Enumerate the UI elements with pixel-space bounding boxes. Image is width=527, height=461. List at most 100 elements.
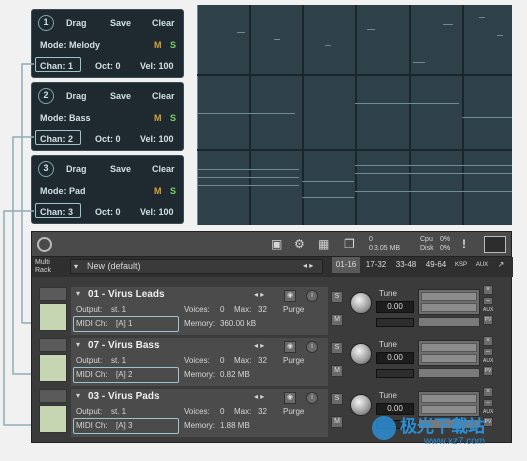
close-icon[interactable]: × — [483, 285, 493, 295]
rack-label-2: Rack — [35, 267, 51, 274]
memory-usage: 3.05 MB — [374, 245, 401, 252]
purge-button[interactable]: Purge — [283, 356, 304, 365]
voices-value: 0 — [220, 356, 225, 365]
watermark: 极光下载站 www.xz7.com — [372, 408, 512, 452]
tune-label: Tune — [379, 391, 397, 400]
tune-label: Tune — [379, 340, 397, 349]
preset-name: New (default) — [87, 261, 141, 271]
wrench-icon[interactable] — [39, 287, 67, 301]
disk-value: 0% — [440, 245, 451, 252]
wrench-icon[interactable] — [39, 338, 67, 352]
tune-knob[interactable] — [350, 343, 372, 365]
tab-17-32[interactable]: 17-32 — [362, 257, 390, 273]
solo-button[interactable]: S — [331, 342, 343, 354]
max-value[interactable]: 32 — [258, 407, 267, 416]
output-value[interactable]: st. 1 — [111, 407, 126, 416]
tune-value[interactable]: 0.00 — [376, 301, 414, 313]
output-value[interactable]: st. 1 — [111, 305, 126, 314]
cpu-value: 0% — [440, 236, 451, 243]
info-icon[interactable]: i — [306, 341, 318, 353]
tune-knob[interactable] — [350, 394, 372, 416]
watermark-logo-icon — [372, 416, 396, 440]
midi-label: MIDI Ch: — [76, 370, 108, 379]
solo-button[interactable]: S — [331, 291, 343, 303]
midi-channel-value[interactable]: [A] 2 — [116, 370, 132, 379]
aux-button[interactable]: AUX — [474, 257, 490, 273]
close-icon[interactable]: × — [483, 387, 493, 397]
max-label: Max: — [234, 407, 252, 416]
minimize-icon[interactable]: – — [483, 399, 493, 407]
rack-view-icon[interactable] — [484, 236, 506, 253]
gear-icon[interactable]: ⚙ — [294, 237, 305, 251]
tab-33-48[interactable]: 33-48 — [392, 257, 420, 273]
dropdown-icon: ▾ — [74, 262, 79, 271]
solo-button[interactable]: S — [331, 393, 343, 405]
collapse-icon[interactable]: ▾ — [76, 391, 80, 400]
prev-next-icon[interactable]: ◂ ▸ — [254, 341, 264, 350]
pan-slider[interactable] — [376, 369, 414, 378]
instrument-name[interactable]: 07 - Virus Bass — [88, 340, 160, 351]
pv-button[interactable]: PV — [483, 315, 493, 325]
tab-01-16[interactable]: 01-16 — [332, 257, 360, 273]
midi-channel-value[interactable]: [A] 3 — [116, 421, 132, 430]
instrument-thumbnail[interactable] — [39, 389, 67, 435]
rack-header: Multi Rack ▾ New (default) ◂ ▸ 01-16 17-… — [32, 257, 513, 277]
purge-button[interactable]: Purge — [283, 305, 304, 314]
instrument-name[interactable]: 01 - Virus Leads — [88, 289, 165, 300]
tune-knob[interactable] — [350, 292, 372, 314]
camera-icon[interactable]: ◉ — [284, 392, 296, 404]
instrument-name[interactable]: 03 - Virus Pads — [88, 391, 160, 402]
aux-label[interactable]: AUX — [483, 307, 493, 313]
voices-label: Voices: — [184, 356, 210, 365]
mute-button[interactable]: M — [331, 365, 343, 377]
minimize-icon[interactable]: – — [483, 297, 493, 305]
output-value[interactable]: st. 1 — [111, 356, 126, 365]
collapse-icon[interactable]: ▾ — [76, 340, 80, 349]
purge-button[interactable]: Purge — [283, 407, 304, 416]
mute-button[interactable]: M — [331, 416, 343, 428]
max-label: Max: — [234, 356, 252, 365]
tab-49-64[interactable]: 49-64 — [422, 257, 450, 273]
output-label: Output: — [76, 305, 103, 314]
midi-channel-value[interactable]: [A] 1 — [116, 319, 132, 328]
max-value[interactable]: 32 — [258, 305, 267, 314]
pan-slider[interactable] — [376, 318, 414, 327]
level-meter — [418, 340, 480, 366]
pv-button[interactable]: PV — [483, 366, 493, 376]
output-label: Output: — [76, 407, 103, 416]
tune-value[interactable]: 0.00 — [376, 352, 414, 364]
instrument-thumbnail[interactable] — [39, 338, 67, 384]
level-meter — [418, 289, 480, 315]
prev-next-icon[interactable]: ◂ ▸ — [303, 261, 313, 270]
volume-slider[interactable] — [418, 317, 480, 327]
kontakt-logo-icon — [37, 237, 52, 252]
collapse-icon[interactable]: ▾ — [76, 289, 80, 298]
wrench-icon[interactable] — [39, 389, 67, 403]
preset-selector[interactable]: ▾ New (default) ◂ ▸ — [70, 259, 323, 274]
aux-label[interactable]: AUX — [483, 358, 493, 364]
info-icon[interactable]: i — [306, 392, 318, 404]
kontakt-toolbar: ▣ ⚙ ▦ ❐ 0 3.05 MB 0 Cpu 0% Disk 0% ! — [32, 232, 511, 257]
camera-icon[interactable]: ◉ — [284, 290, 296, 302]
warning-icon[interactable]: ! — [462, 237, 466, 251]
expand-icon[interactable]: ↗ — [494, 257, 508, 273]
minimize-icon[interactable]: – — [483, 348, 493, 356]
ksp-button[interactable]: KSP — [452, 257, 470, 273]
prev-next-icon[interactable]: ◂ ▸ — [254, 392, 264, 401]
info-icon[interactable]: i — [306, 290, 318, 302]
max-value[interactable]: 32 — [258, 356, 267, 365]
camera-icon[interactable]: ◉ — [284, 341, 296, 353]
save-icon[interactable]: ▣ — [271, 237, 282, 251]
midi-activity-count: 0 — [369, 236, 373, 243]
instrument-thumbnail[interactable] — [39, 287, 67, 333]
memory-value: 360.00 kB — [220, 319, 257, 328]
layout-icon[interactable]: ▦ — [318, 237, 329, 251]
rack-label-1: Multi — [35, 259, 50, 266]
window-icon[interactable]: ❐ — [344, 237, 355, 251]
voices-label: Voices: — [184, 305, 210, 314]
volume-slider[interactable] — [418, 368, 480, 378]
mute-button[interactable]: M — [331, 314, 343, 326]
disk-label: Disk — [420, 245, 434, 252]
close-icon[interactable]: × — [483, 336, 493, 346]
prev-next-icon[interactable]: ◂ ▸ — [254, 290, 264, 299]
